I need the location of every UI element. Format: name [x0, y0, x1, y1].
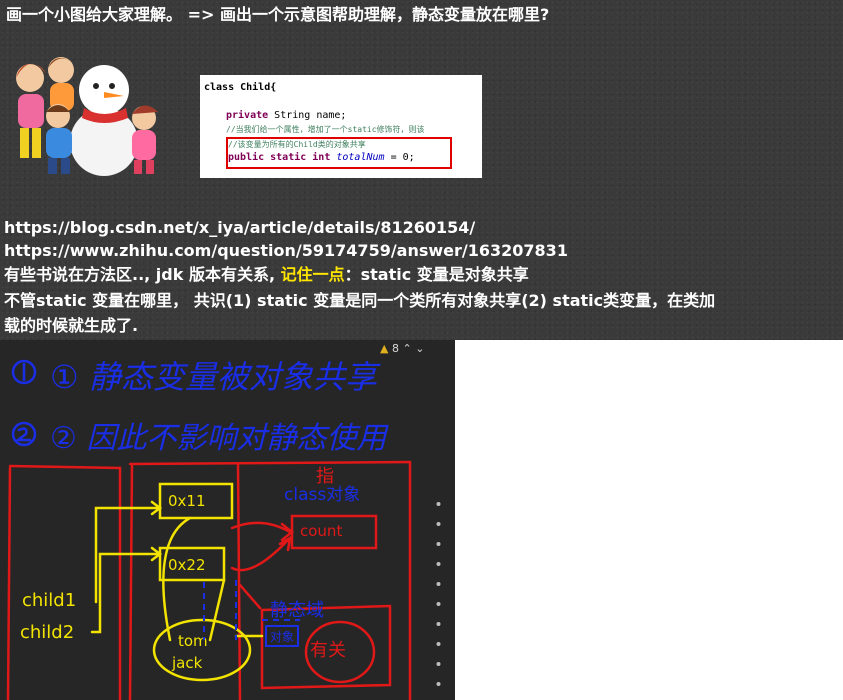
text-line-consensus: 不管static 变量在哪里， 共识(1) static 变量是同一个类所有对象… — [4, 291, 716, 310]
code-snippet: class Child{ private String name; //当我们给… — [200, 75, 482, 178]
label-obj: 对象 — [270, 630, 294, 644]
addr-0x22: 0x22 — [168, 556, 206, 574]
slide-heading: 画一个小图给大家理解。 => 画出一个示意图帮助理解，静态变量放在哪里? — [6, 5, 550, 24]
handwriting-drawing: ① 静态变量被对象共享 ② 因此不影响对静态使用 count 有关 指 0x11… — [6, 358, 412, 700]
label-child1: child1 — [22, 590, 76, 611]
kids-snowman-illustration — [16, 57, 158, 176]
code-comment-1: //当我们给一个属性，增加了一个static修饰符，则该 — [226, 125, 425, 134]
label-pointer: 指 — [316, 466, 334, 487]
code-line-private: private String name; — [226, 110, 347, 121]
label-count: count — [300, 522, 342, 540]
text-line-jdk: 有些书说在方法区.., jdk 版本有关系, 记住一点：static 变量是对象… — [4, 265, 529, 284]
label-tom: tom — [178, 632, 208, 650]
label-related: 有关 — [310, 640, 346, 661]
highlight-text: 记住一点 — [280, 265, 345, 284]
handwriting-board: ▲ 8 ⌃ ⌄ ① 静态变量被对象共享 ② 因此不影响对静态使用 count 有… — [0, 340, 455, 700]
label-child2: child2 — [20, 622, 74, 643]
code-line-class: class Child{ — [204, 82, 277, 93]
slide-panel: 画一个小图给大家理解。 => 画出一个示意图帮助理解，静态变量放在哪里? cla… — [0, 0, 843, 340]
text-line-load: 载的时候就生成了. — [4, 316, 139, 335]
scrollbar-dots[interactable] — [436, 500, 441, 690]
highlight-box — [226, 137, 452, 169]
url-csdn[interactable]: https://blog.csdn.net/x_iya/article/deta… — [4, 217, 475, 239]
handwriting-line1: ① 静态变量被对象共享 — [50, 358, 381, 396]
addr-0x11: 0x11 — [168, 492, 206, 510]
label-static-area: 静态域 — [270, 600, 324, 621]
url-zhihu[interactable]: https://www.zhihu.com/question/59174759/… — [4, 240, 568, 262]
label-class-obj: class对象 — [284, 485, 360, 505]
handwriting-line2: ② 因此不影响对静态使用 — [50, 421, 389, 456]
label-jack: jack — [171, 654, 203, 672]
